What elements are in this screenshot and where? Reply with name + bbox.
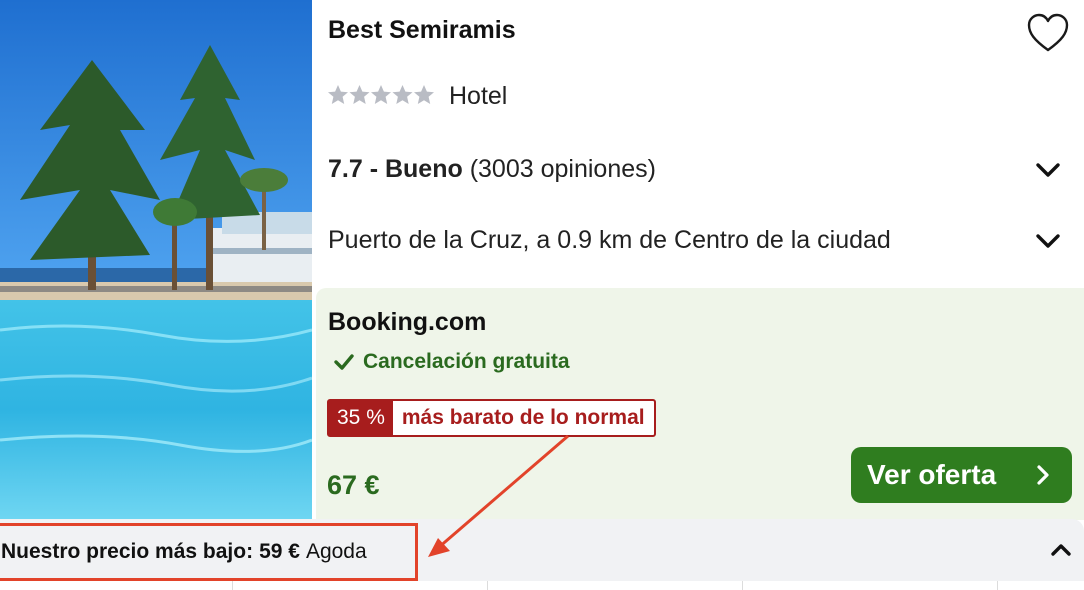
expand-location-button[interactable]	[1034, 231, 1062, 251]
chevron-down-icon	[1036, 163, 1060, 177]
view-offer-button[interactable]: Ver oferta	[851, 447, 1072, 503]
divider	[232, 581, 233, 590]
divider	[487, 581, 488, 590]
chevron-up-icon	[1051, 544, 1071, 556]
free-cancellation: Cancelación gratuita	[333, 350, 570, 374]
check-icon	[334, 354, 354, 370]
hotel-photo[interactable]	[0, 0, 312, 520]
view-offer-label: Ver oferta	[867, 459, 997, 490]
lowest-price-value: 59 €	[259, 540, 300, 563]
rating-score: 7.7 - Bueno	[328, 155, 463, 183]
lowest-price-highlight: Nuestro precio más bajo: 59 € Agoda	[0, 523, 418, 581]
favorite-button[interactable]	[1026, 12, 1070, 54]
chevron-right-icon	[1037, 465, 1049, 485]
review-rating[interactable]: 7.7 - Bueno (3003 opiniones)	[328, 155, 656, 184]
offer-provider: Booking.com	[328, 308, 487, 336]
cancellation-text: Cancelación gratuita	[363, 350, 570, 373]
discount-percent: 35 %	[329, 401, 393, 435]
lowest-price-provider: Agoda	[305, 540, 367, 563]
chevron-down-icon	[1036, 234, 1060, 248]
star-rating	[327, 84, 435, 106]
hotel-photo-image	[0, 0, 312, 520]
collapse-prices-button[interactable]	[1050, 542, 1072, 563]
offer-price: 67 €	[327, 470, 380, 500]
hotel-location[interactable]: Puerto de la Cruz, a 0.9 km de Centro de…	[328, 226, 891, 255]
discount-badge: 35 % más barato de lo normal	[327, 399, 656, 437]
heart-outline-icon	[1027, 13, 1069, 52]
property-type: Hotel	[449, 82, 508, 110]
divider	[997, 581, 998, 590]
rating-count: (3003 opiniones)	[469, 155, 656, 183]
divider	[742, 581, 743, 590]
star-icons	[328, 85, 434, 104]
hotel-name[interactable]: Best Semiramis	[328, 16, 516, 45]
discount-text: más barato de lo normal	[401, 406, 645, 429]
lowest-price-label: Nuestro precio más bajo:	[1, 540, 254, 563]
expand-rating-button[interactable]	[1034, 160, 1062, 180]
